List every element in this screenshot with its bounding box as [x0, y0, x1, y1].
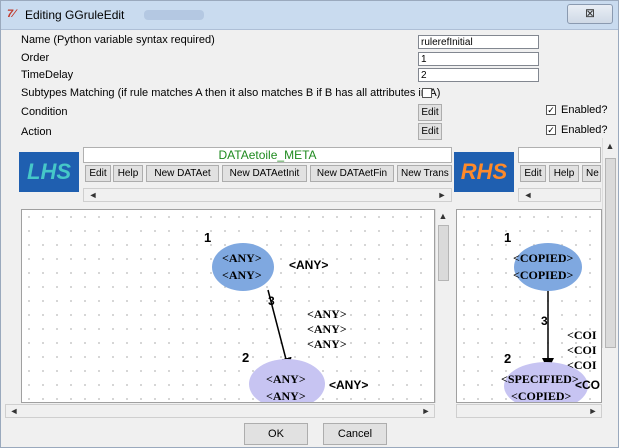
lhs-node-2-line1: <ANY>: [266, 372, 306, 386]
scroll-right-icon[interactable]: ►: [435, 189, 449, 201]
rhs-node-1-line2: <COPIED>: [513, 268, 574, 282]
action-label: Action: [21, 126, 52, 138]
condition-edit-button[interactable]: Edit: [418, 104, 442, 121]
lhs-node-1-id: 1: [204, 230, 212, 245]
lhs-graph: [212, 243, 325, 402]
lhs-help-button[interactable]: Help: [113, 165, 143, 182]
rhs-edge-attr-2: <COI: [567, 343, 597, 357]
scroll-right-icon[interactable]: ►: [586, 405, 600, 417]
title-bar: 7∕ Editing GGruleEdit ⊠: [1, 1, 618, 30]
order-label: Order: [21, 52, 50, 64]
subtypes-label: Subtypes Matching (if rule matches A the…: [21, 87, 441, 99]
rhs-edit-button[interactable]: Edit: [520, 165, 546, 182]
lhs-meta-title: DATAetoile_META: [83, 147, 452, 163]
scroll-left-icon[interactable]: ◄: [7, 405, 21, 417]
condition-label: Condition: [21, 106, 68, 118]
rhs-canvas[interactable]: 1 <COPIED> <COPIED> 3 <COI <COI <COI 2 <…: [456, 209, 602, 403]
scroll-left-icon[interactable]: ◄: [86, 189, 100, 201]
action-enabled-checkbox[interactable]: ✓: [546, 125, 556, 135]
rhs-canvas-hscrollbar[interactable]: ►: [456, 404, 602, 418]
rhs-toolbar-scrollbar[interactable]: ◄: [518, 188, 601, 202]
lhs-new-dataetfin-button[interactable]: New DATAetFin: [310, 165, 394, 182]
lhs-edge-attr-2: <ANY>: [307, 322, 347, 336]
action-edit-button[interactable]: Edit: [418, 123, 442, 140]
rhs-logo: RHS: [454, 152, 514, 192]
name-field[interactable]: rulerefInitial: [418, 35, 539, 49]
editor-window: 7∕ Editing GGruleEdit ⊠ Name (Python var…: [0, 0, 619, 448]
lhs-vertical-scrollbar[interactable]: ▲: [435, 209, 451, 403]
rhs-node-1-line1: <COPIED>: [513, 251, 574, 265]
timedelay-label: TimeDelay: [21, 69, 74, 81]
scroll-up-icon[interactable]: ▲: [436, 210, 450, 222]
rhs-help-button[interactable]: Help: [549, 165, 579, 182]
rhs-edge-attr-1: <COI: [567, 328, 597, 342]
tk-feather-icon: 7∕: [7, 8, 15, 20]
lhs-new-dataet-button[interactable]: New DATAet: [146, 165, 219, 182]
blurred-title-extra: [144, 10, 204, 20]
rhs-node-2-line1: <SPECIFIED>: [501, 372, 579, 386]
lhs-scroll-thumb[interactable]: [438, 225, 449, 281]
lhs-toolbar-scrollbar[interactable]: ◄ ►: [83, 188, 452, 202]
order-field[interactable]: 1: [418, 52, 539, 66]
scroll-left-icon[interactable]: ◄: [521, 189, 535, 201]
lhs-logo: LHS: [19, 152, 79, 192]
lhs-edge-attr-1: <ANY>: [307, 307, 347, 321]
cancel-button[interactable]: Cancel: [323, 423, 387, 445]
rhs-edge-attr-3: <COI: [567, 358, 597, 372]
lhs-canvas-hscrollbar[interactable]: ◄ ►: [5, 404, 435, 418]
timedelay-field[interactable]: 2: [418, 68, 539, 82]
window-title: Editing GGruleEdit: [25, 8, 125, 22]
rhs-node-1-id: 1: [504, 230, 512, 245]
ok-button[interactable]: OK: [244, 423, 308, 445]
lhs-new-dataetinit-button[interactable]: New DATAetInit: [222, 165, 307, 182]
rhs-node-2-id: 2: [504, 351, 512, 366]
lhs-node-1-line2: <ANY>: [222, 268, 262, 282]
lhs-edge-attr-3: <ANY>: [307, 337, 347, 351]
lhs-canvas[interactable]: 1 <ANY> <ANY> <ANY> 3 <ANY> <ANY> <ANY> …: [21, 209, 435, 403]
subtypes-checkbox[interactable]: [422, 88, 432, 98]
condition-enabled-label: Enabled?: [561, 104, 608, 116]
rhs-new-button[interactable]: Ne: [582, 165, 601, 182]
scroll-up-icon[interactable]: ▲: [603, 140, 617, 152]
scroll-right-icon[interactable]: ►: [419, 405, 433, 417]
rhs-outer-scroll-thumb[interactable]: [605, 158, 616, 348]
condition-enabled-checkbox[interactable]: ✓: [546, 105, 556, 115]
close-button[interactable]: ⊠: [567, 4, 613, 24]
lhs-node-1-side-label: <ANY>: [289, 258, 329, 272]
lhs-edit-button[interactable]: Edit: [85, 165, 111, 182]
rhs-edge-label: 3: [541, 314, 548, 328]
rhs-node-2-side-label: <CO: [575, 378, 601, 392]
name-label: Name (Python variable syntax required): [21, 34, 215, 46]
lhs-node-2-line2: <ANY>: [266, 389, 306, 403]
action-enabled-label: Enabled?: [561, 124, 608, 136]
lhs-node-1-line1: <ANY>: [222, 251, 262, 265]
lhs-node-2-id: 2: [242, 350, 250, 365]
rhs-node-2-line2: <COPIED>: [511, 389, 572, 403]
rhs-meta-title: [518, 147, 601, 163]
lhs-new-trans-button[interactable]: New Trans: [397, 165, 452, 182]
lhs-edge-label: 3: [268, 294, 275, 308]
lhs-node-2-side-label: <ANY>: [329, 378, 369, 392]
rhs-outer-vertical-scrollbar[interactable]: ▲: [602, 138, 618, 348]
